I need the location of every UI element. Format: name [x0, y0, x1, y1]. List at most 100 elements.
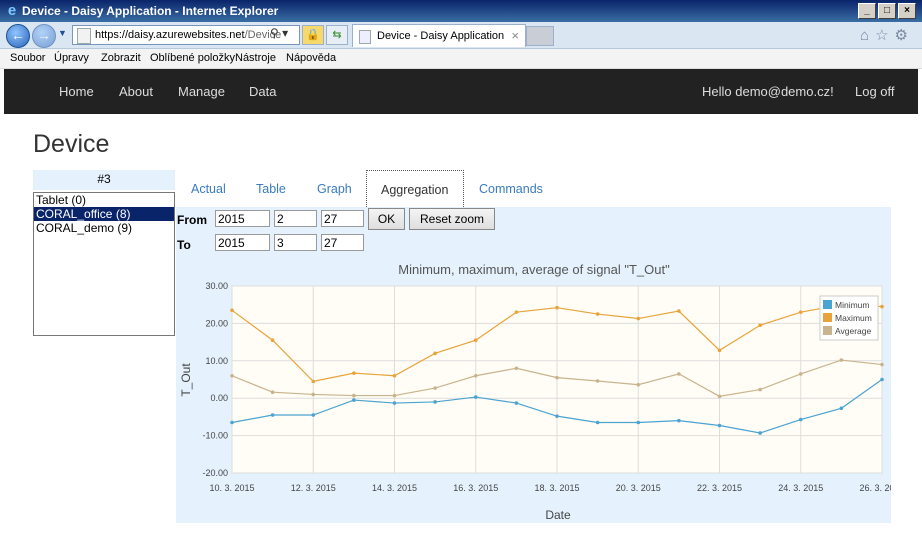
data-point [636, 316, 641, 321]
history-dropdown-icon[interactable]: ▼ [58, 28, 67, 38]
aggregation-chart[interactable]: Minimum, maximum, average of signal "T_O… [176, 258, 891, 523]
x-tick-label: 26. 3. 2015 [859, 483, 891, 493]
data-point [798, 310, 803, 314]
from-label: From [177, 213, 207, 227]
data-point [798, 417, 803, 422]
browser-tab[interactable]: Device - Daisy Application × [352, 24, 526, 47]
tab-page-icon [359, 30, 371, 44]
close-icon[interactable]: × [898, 3, 916, 19]
tab-aggregation[interactable]: Aggregation [366, 170, 464, 209]
tab-close-icon[interactable]: × [511, 25, 519, 47]
search-icon[interactable]: ⚲ ▾ [270, 26, 288, 40]
forward-icon[interactable]: → [32, 24, 56, 48]
to-year-input[interactable]: 2015 [215, 234, 270, 251]
x-tick-label: 16. 3. 2015 [453, 483, 498, 493]
data-point [677, 418, 681, 423]
device-listbox[interactable]: Tablet (0) CORAL_office (8) CORAL_demo (… [33, 192, 175, 336]
back-icon[interactable]: ← [6, 24, 30, 48]
reset-zoom-button[interactable]: Reset zoom [409, 208, 495, 230]
tab-table[interactable]: Table [256, 182, 286, 196]
data-point [555, 305, 559, 310]
tab-commands[interactable]: Commands [479, 182, 543, 196]
from-month-input[interactable]: 2 [274, 210, 317, 227]
menu-zobrazit[interactable]: Zobrazit [101, 52, 141, 64]
window-titlebar: e Device - Daisy Application - Internet … [0, 0, 922, 22]
data-point [473, 373, 478, 378]
refresh-icon[interactable]: ⇆ [326, 25, 348, 45]
device-item-coral-demo[interactable]: CORAL_demo (9) [34, 221, 174, 235]
data-point [270, 413, 275, 417]
data-point [270, 390, 275, 395]
data-point [230, 420, 234, 425]
data-point [230, 308, 234, 313]
menu-napoveda[interactable]: Nápověda [286, 52, 336, 64]
legend-label: Avgerage [835, 326, 872, 336]
device-list-header: #3 [33, 170, 175, 190]
from-day-input[interactable]: 27 [321, 210, 364, 227]
data-point [514, 401, 519, 405]
chart-title: Minimum, maximum, average of signal "T_O… [398, 262, 670, 277]
nav-logout[interactable]: Log off [855, 84, 895, 99]
minimize-icon[interactable]: _ [858, 3, 876, 19]
nav-about[interactable]: About [119, 84, 153, 99]
ie-icon: e [7, 2, 17, 19]
menu-nastroje[interactable]: Nástroje [235, 52, 276, 64]
window-controls: _ □ × [858, 3, 916, 19]
data-point [717, 348, 722, 353]
x-tick-label: 24. 3. 2015 [778, 483, 823, 493]
data-point [514, 310, 519, 314]
nav-home[interactable]: Home [59, 84, 94, 99]
gear-icon[interactable]: ⚙ [895, 27, 914, 44]
data-point [677, 309, 681, 313]
data-point [880, 377, 884, 382]
x-tick-label: 18. 3. 2015 [534, 483, 579, 493]
data-point [758, 387, 762, 392]
device-item-coral-office[interactable]: CORAL_office (8) [34, 207, 174, 221]
ok-button[interactable]: OK [368, 208, 405, 230]
nav-data[interactable]: Data [249, 84, 276, 99]
x-tick-label: 12. 3. 2015 [291, 483, 336, 493]
device-item-tablet[interactable]: Tablet (0) [34, 193, 174, 207]
page-icon [77, 28, 91, 44]
tab-title: Device - Daisy Application [377, 30, 505, 42]
data-point [352, 371, 356, 375]
maximize-icon[interactable]: □ [878, 3, 896, 19]
page-title: Device [33, 130, 110, 158]
legend-label: Maximum [835, 313, 872, 323]
x-tick-label: 22. 3. 2015 [697, 483, 742, 493]
menu-soubor[interactable]: Soubor [10, 52, 45, 64]
home-icon[interactable]: ⌂ [860, 27, 875, 44]
favorites-star-icon[interactable]: ☆ [875, 27, 894, 44]
menu-oblibene[interactable]: Oblíbené položky [150, 52, 235, 64]
data-point [880, 304, 884, 309]
menu-upravy[interactable]: Úpravy [54, 52, 89, 64]
data-point [595, 420, 600, 425]
y-axis-label: T_Out [179, 363, 193, 397]
tab-actual[interactable]: Actual [191, 182, 226, 196]
nav-greeting[interactable]: Hello demo@demo.cz! [702, 84, 834, 99]
data-point [555, 375, 559, 380]
data-point [839, 358, 844, 362]
to-day-input[interactable]: 27 [321, 234, 364, 251]
new-tab-button[interactable] [526, 26, 554, 46]
window-title: Device - Daisy Application - Internet Ex… [22, 4, 279, 18]
tab-aggregation-label: Aggregation [381, 183, 449, 197]
x-tick-label: 10. 3. 2015 [209, 483, 254, 493]
lock-icon[interactable]: 🔒 [302, 25, 324, 45]
to-label: To [177, 238, 191, 252]
y-tick-label: -10.00 [202, 431, 228, 441]
data-point [636, 382, 641, 387]
data-point [352, 398, 356, 402]
browser-menubar: Soubor Úpravy Zobrazit Oblíbené položky … [0, 49, 922, 69]
tab-graph[interactable]: Graph [317, 182, 352, 196]
data-point [352, 393, 356, 398]
nav-manage[interactable]: Manage [178, 84, 225, 99]
x-axis-label: Date [545, 508, 571, 522]
data-point [555, 414, 559, 418]
y-tick-label: 10.00 [205, 356, 228, 366]
address-bar[interactable]: https://daisy.azurewebsites.net/Device [72, 25, 300, 45]
data-point [433, 386, 437, 390]
from-year-input[interactable]: 2015 [215, 210, 270, 227]
data-point [392, 373, 397, 378]
to-month-input[interactable]: 3 [274, 234, 317, 251]
